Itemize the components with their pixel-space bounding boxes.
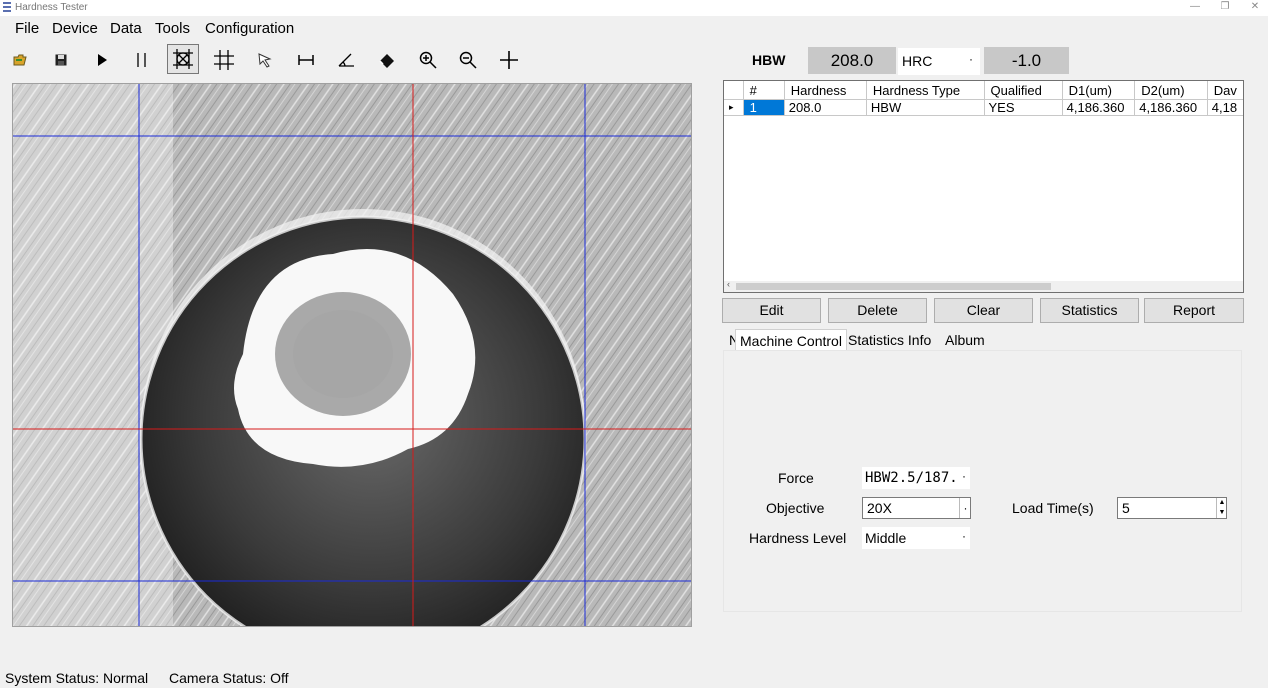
cell-dav[interactable]: 4,18 [1207,99,1243,116]
zoom-out-icon[interactable] [454,46,482,74]
row-selector-icon[interactable]: ▸ [724,99,744,116]
clear-button[interactable]: Clear [934,298,1033,323]
level-chevron-icon[interactable]: · [962,529,966,543]
load-time-stepper[interactable]: 5 ▲ ▼ [1117,497,1227,519]
angle-icon[interactable] [332,46,360,74]
stepper-down-icon[interactable]: ▼ [1216,508,1227,518]
measure-circle-icon[interactable] [167,44,199,74]
menu-bar [0,16,1268,42]
image-viewer[interactable] [12,83,692,627]
hardness-level-value: Middle [865,530,907,546]
zoom-in-icon[interactable] [414,46,442,74]
menu-data[interactable]: Data [110,20,142,37]
restore-icon[interactable]: ❐ [1210,0,1240,16]
col-dav[interactable]: Dav [1207,81,1243,100]
col-d2[interactable]: D2(um) [1134,81,1208,100]
grid-icon[interactable] [210,46,238,74]
pointer-icon[interactable] [251,46,279,74]
menu-device[interactable]: Device [52,20,98,37]
cell-num[interactable]: 1 [743,99,785,116]
objective-chevron-icon[interactable]: · [959,498,971,518]
pause-icon[interactable] [128,46,156,74]
tab-album[interactable]: Album [941,329,989,351]
tab-statistics-info[interactable]: Statistics Info [844,329,935,351]
system-status: System Status: Normal [5,670,149,686]
cell-type[interactable]: HBW [866,99,985,116]
hardness-level-label: Hardness Level [749,530,847,546]
force-label: Force [778,470,814,486]
table-row[interactable]: ▸ 1 208.0 HBW YES 4,186.360 4,186.360 4,… [724,99,1243,116]
objective-select[interactable]: 20X · [862,497,971,519]
force-chevron-icon[interactable]: · [962,469,966,483]
stepper-up-icon[interactable]: ▲ [1216,498,1227,508]
close-icon[interactable]: ✕ [1240,0,1268,16]
convert-type-select[interactable]: HRC · [898,48,980,75]
objective-label: Objective [766,500,825,516]
status-bar: System Status: Normal Camera Status: Off [0,667,1268,688]
eraser-icon[interactable] [373,46,401,74]
report-button[interactable]: Report [1144,298,1244,323]
play-icon[interactable] [88,46,116,74]
menu-configuration[interactable]: Configuration [205,20,294,37]
scrollbar-thumb[interactable] [736,283,1051,290]
force-value: HBW2.5/187. [865,470,958,486]
cell-d1[interactable]: 4,186.360 [1062,99,1136,116]
title-bar: Hardness Tester — ❐ ✕ [0,0,1268,16]
edit-button[interactable]: Edit [722,298,821,323]
col-num[interactable]: # [743,81,785,100]
minimize-icon[interactable]: — [1180,0,1210,16]
results-grid[interactable]: # Hardness Hardness Type Qualified D1(um… [723,80,1244,293]
load-time-value: 5 [1122,500,1130,516]
cell-hardness[interactable]: 208.0 [784,99,867,116]
crosshair-icon[interactable] [495,46,523,74]
cell-qualified[interactable]: YES [984,99,1063,116]
delete-button[interactable]: Delete [828,298,927,323]
open-icon[interactable] [6,46,34,74]
col-hardness-type[interactable]: Hardness Type [866,81,985,100]
save-icon[interactable] [47,46,75,74]
table-header: # Hardness Hardness Type Qualified D1(um… [724,81,1243,100]
convert-type-value: HRC [902,53,933,69]
camera-status: Camera Status: Off [169,670,289,686]
cell-d2[interactable]: 4,186.360 [1134,99,1208,116]
app-icon [3,2,11,12]
col-qualified[interactable]: Qualified [984,81,1063,100]
distance-icon[interactable] [292,46,320,74]
tab-stub[interactable]: N [723,329,735,351]
col-hardness[interactable]: Hardness [784,81,867,100]
window-title: Hardness Tester [15,2,88,13]
hardness-value: 208.0 [808,47,896,74]
scroll-left-icon[interactable]: ‹ [727,279,730,289]
chevron-down-icon[interactable]: · [969,52,973,66]
hardness-level-select[interactable]: Middle · [862,527,970,549]
hardness-type-label: HBW [752,52,786,68]
objective-value: 20X [867,500,892,516]
load-time-label: Load Time(s) [1012,500,1094,516]
tab-machine-control[interactable]: Machine Control [735,329,847,351]
converted-value: -1.0 [984,47,1069,74]
statistics-button[interactable]: Statistics [1040,298,1139,323]
col-d1[interactable]: D1(um) [1062,81,1136,100]
menu-tools[interactable]: Tools [155,20,190,37]
row-header-corner [724,81,744,100]
menu-file[interactable]: File [15,20,39,37]
force-select[interactable]: HBW2.5/187. · [862,467,970,489]
horizontal-scrollbar[interactable]: ‹ [724,279,1243,292]
